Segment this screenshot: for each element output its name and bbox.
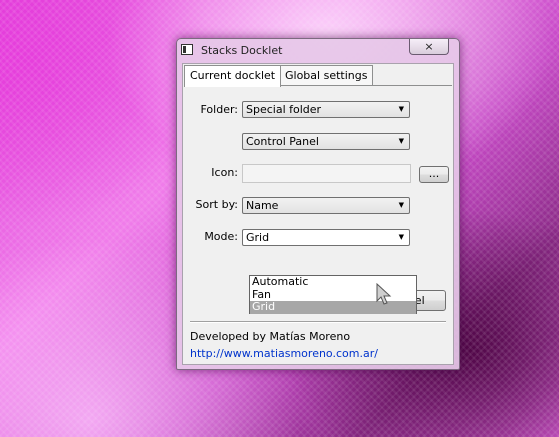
tab-current-docklet[interactable]: Current docklet xyxy=(184,65,282,87)
sort-by-select[interactable]: Name ▼ xyxy=(242,197,410,214)
developer-website-link[interactable]: http://www.matiasmoreno.com.ar/ xyxy=(190,347,378,360)
mouse-pointer-icon xyxy=(376,283,392,305)
sort-by-select-value: Name xyxy=(246,199,279,212)
folder-label: Folder: xyxy=(200,103,238,116)
dialog-client-area: Current docklet Global settings Folder: … xyxy=(182,63,454,365)
icon-label: Icon: xyxy=(211,166,238,179)
window-app-icon xyxy=(181,44,193,55)
folder-select[interactable]: Special folder ▼ xyxy=(242,101,410,118)
footer-divider xyxy=(190,321,446,323)
chevron-down-icon: ▼ xyxy=(398,201,404,209)
browse-icon-button[interactable]: ... xyxy=(419,166,449,183)
chevron-down-icon: ▼ xyxy=(398,137,404,145)
stacks-docklet-dialog: Stacks Docklet × Current docklet Global … xyxy=(176,38,460,370)
tab-global-settings[interactable]: Global settings xyxy=(279,65,374,86)
special-folder-select[interactable]: Control Panel ▼ xyxy=(242,133,410,150)
window-title: Stacks Docklet xyxy=(201,44,283,57)
close-icon: × xyxy=(424,40,434,53)
mode-select-value: Grid xyxy=(246,231,270,244)
developer-credit: Developed by Matías Moreno xyxy=(190,330,351,343)
mode-label: Mode: xyxy=(204,230,238,243)
folder-select-value: Special folder xyxy=(246,103,322,116)
special-folder-select-value: Control Panel xyxy=(246,135,319,148)
close-button[interactable]: × xyxy=(409,39,449,55)
chevron-down-icon: ▼ xyxy=(398,105,404,113)
mode-select[interactable]: Grid ▼ xyxy=(242,229,410,246)
sort-by-label: Sort by: xyxy=(195,198,238,211)
chevron-down-icon: ▼ xyxy=(398,233,404,241)
icon-path-input[interactable] xyxy=(242,164,411,183)
title-bar[interactable]: Stacks Docklet × xyxy=(177,39,459,61)
